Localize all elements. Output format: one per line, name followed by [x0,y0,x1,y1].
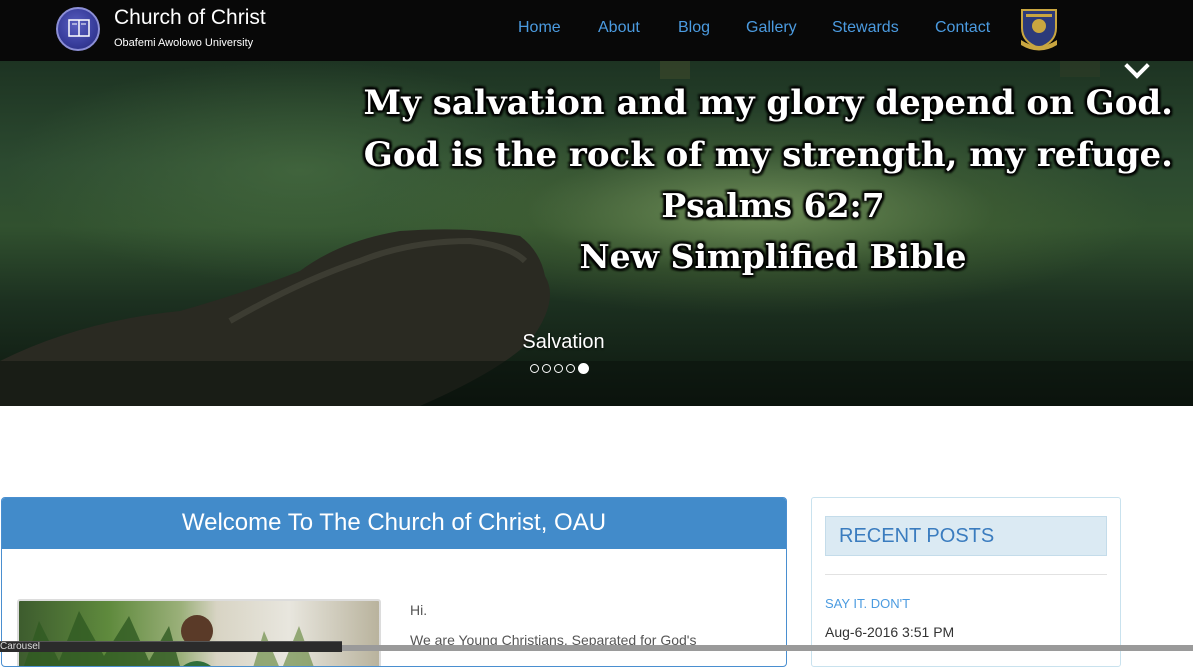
divider [825,574,1107,575]
nav-about[interactable]: About [598,19,640,37]
nav-blog[interactable]: Blog [678,19,710,37]
carousel-indicator-3[interactable] [554,364,563,373]
horizontal-scrollbar[interactable] [342,645,1193,651]
carousel-indicator-5[interactable] [578,363,589,374]
carousel-indicators [530,363,589,376]
welcome-greeting: Hi. [410,602,428,618]
quote-line-1: My salvation and my glory depend on God. [363,83,1173,123]
brand-logo[interactable] [56,7,100,51]
quote-reference: Psalms 62:7 [661,186,885,225]
university-crest-icon[interactable] [1016,6,1062,52]
carousel-indicator-1[interactable] [530,364,539,373]
brand-title[interactable]: Church of Christ [114,6,266,30]
brand-subtitle: Obafemi Awolowo University [114,37,254,49]
carousel-caption: Salvation [522,331,605,353]
welcome-photo [17,599,381,666]
nav-home[interactable]: Home [518,19,561,37]
top-navbar: Church of Christ Obafemi Awolowo Univers… [0,0,1193,61]
recent-post-date: Aug-6-2016 3:51 PM [825,624,955,640]
nav-stewards[interactable]: Stewards [832,19,899,37]
carousel-indicator-2[interactable] [542,364,551,373]
recent-posts-panel: RECENT POSTS SAY IT. DON'T Aug-6-2016 3:… [811,497,1121,667]
carousel-indicator-4[interactable] [566,364,575,373]
quote-line-2: God is the rock of my strength, my refug… [363,135,1173,175]
welcome-heading: Welcome To The Church of Christ, OAU [2,498,786,549]
status-bar: Carousel [0,641,342,652]
quote-version: New Simplified Bible [579,237,967,276]
nav-gallery[interactable]: Gallery [746,19,797,37]
recent-post-link[interactable]: SAY IT. DON'T [825,596,910,611]
nav-contact[interactable]: Contact [935,19,990,37]
recent-posts-heading: RECENT POSTS [825,516,1107,556]
open-bible-icon [68,19,90,37]
hero-carousel[interactable]: My salvation and my glory depend on God.… [0,61,1193,406]
